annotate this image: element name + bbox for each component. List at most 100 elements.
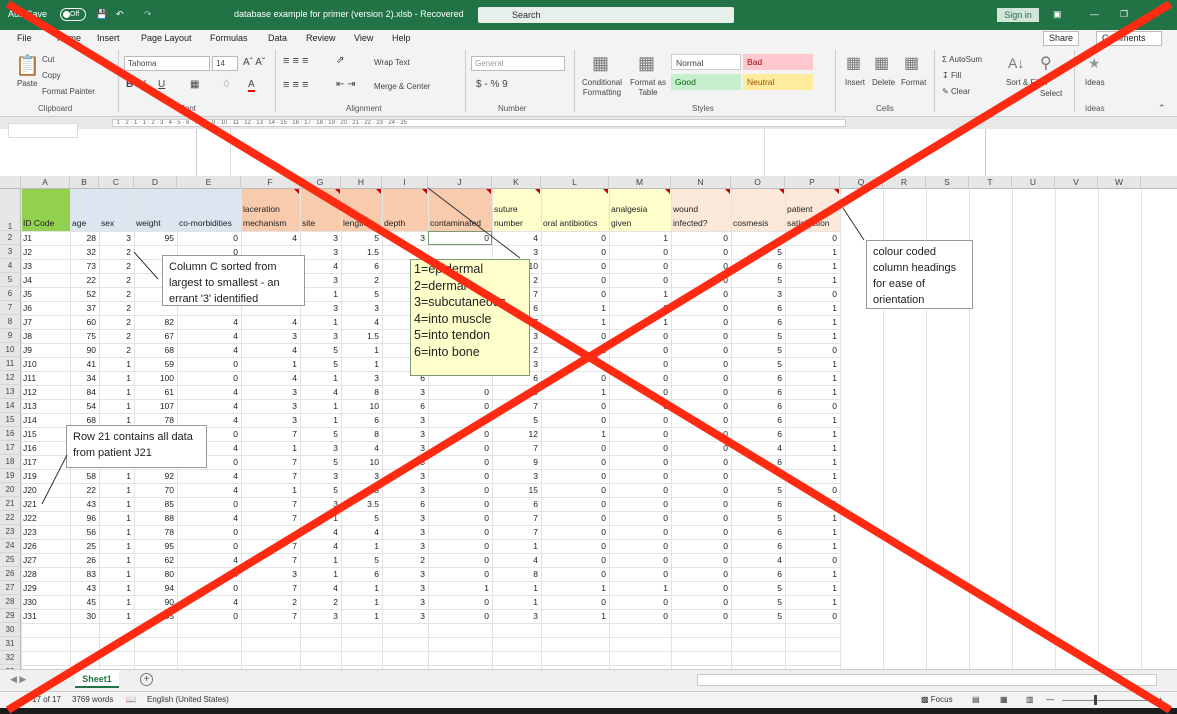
sheet-tab[interactable]: Sheet1 bbox=[75, 670, 119, 688]
table-cell[interactable]: 2 bbox=[99, 329, 134, 343]
table-cell[interactable]: 0 bbox=[671, 245, 731, 259]
comment-indicator[interactable] bbox=[486, 189, 491, 194]
table-cell[interactable]: 61 bbox=[134, 385, 177, 399]
table-cell[interactable]: 1 bbox=[785, 469, 840, 483]
column-heading-cell[interactable]: ID Code bbox=[21, 189, 70, 231]
table-cell[interactable]: 3 bbox=[382, 455, 428, 469]
table-cell[interactable]: 1 bbox=[99, 399, 134, 413]
table-cell[interactable]: 4 bbox=[300, 581, 341, 595]
table-cell[interactable]: 1 bbox=[785, 315, 840, 329]
table-cell[interactable]: 6 bbox=[731, 371, 785, 385]
table-cell[interactable]: 4 bbox=[300, 259, 341, 273]
row-number[interactable]: 15 bbox=[0, 413, 21, 427]
fill-color-icon[interactable]: ♢ bbox=[222, 79, 231, 90]
table-cell[interactable]: 0 bbox=[609, 525, 671, 539]
table-cell[interactable]: 8 bbox=[341, 427, 382, 441]
save-icon[interactable]: 💾 bbox=[96, 9, 107, 20]
table-cell[interactable]: 43 bbox=[70, 497, 99, 511]
insert-cells-icon[interactable]: ▦ bbox=[846, 53, 861, 73]
table-cell[interactable]: 4 bbox=[177, 595, 241, 609]
format-painter-button[interactable]: Format Painter bbox=[42, 87, 95, 96]
comment-indicator[interactable] bbox=[535, 189, 540, 194]
table-cell[interactable]: 0 bbox=[541, 441, 609, 455]
table-cell[interactable]: 25 bbox=[70, 539, 99, 553]
table-cell[interactable]: 3 bbox=[300, 329, 341, 343]
borders-icon[interactable]: ▦ bbox=[190, 79, 199, 90]
table-cell[interactable]: 6 bbox=[382, 497, 428, 511]
table-cell[interactable]: 80 bbox=[134, 567, 177, 581]
table-cell[interactable]: 2 bbox=[382, 553, 428, 567]
table-cell[interactable]: 1 bbox=[541, 609, 609, 623]
row-number[interactable]: 2 bbox=[0, 231, 21, 245]
table-cell[interactable]: 1 bbox=[300, 371, 341, 385]
find-select-icon[interactable]: ⚲ bbox=[1040, 53, 1052, 73]
table-cell[interactable]: 6 bbox=[731, 427, 785, 441]
table-cell[interactable]: 3 bbox=[241, 329, 300, 343]
table-cell[interactable]: 0 bbox=[671, 427, 731, 441]
print-layout-icon[interactable]: ▦ bbox=[1000, 695, 1008, 704]
copy-button[interactable]: Copy bbox=[42, 71, 61, 80]
table-cell[interactable]: 0 bbox=[428, 399, 492, 413]
table-cell[interactable]: 1 bbox=[341, 539, 382, 553]
table-cell[interactable]: 0 bbox=[609, 259, 671, 273]
table-cell[interactable] bbox=[428, 245, 492, 259]
table-cell[interactable]: 1 bbox=[99, 511, 134, 525]
column-heading-cell[interactable]: oral antibiotics bbox=[541, 189, 609, 231]
column-heading-cell[interactable]: co-morbidities bbox=[177, 189, 241, 231]
row-number[interactable]: 4 bbox=[0, 259, 21, 273]
table-cell[interactable]: 0 bbox=[609, 567, 671, 581]
column-header[interactable]: W bbox=[1098, 176, 1141, 189]
table-cell[interactable] bbox=[382, 245, 428, 259]
table-cell[interactable]: 5 bbox=[300, 427, 341, 441]
table-cell[interactable]: 1 bbox=[785, 567, 840, 581]
table-cell[interactable]: 4 bbox=[177, 329, 241, 343]
table-cell[interactable]: 78 bbox=[134, 525, 177, 539]
table-cell[interactable]: 0 bbox=[671, 469, 731, 483]
table-cell[interactable]: 34 bbox=[70, 371, 99, 385]
table-cell[interactable]: 4 bbox=[177, 385, 241, 399]
table-cell[interactable]: 0 bbox=[609, 483, 671, 497]
table-cell[interactable]: 0 bbox=[541, 273, 609, 287]
table-cell[interactable]: 3 bbox=[382, 483, 428, 497]
italic-icon[interactable]: I bbox=[143, 79, 146, 90]
column-heading-cell[interactable]: weight bbox=[134, 189, 177, 231]
table-cell[interactable]: 0 bbox=[428, 609, 492, 623]
table-cell[interactable]: 1 bbox=[99, 581, 134, 595]
table-cell[interactable]: 3 bbox=[382, 441, 428, 455]
table-cell[interactable]: J1 bbox=[23, 231, 70, 245]
add-sheet-icon[interactable]: + bbox=[140, 673, 153, 686]
table-cell[interactable]: 5 bbox=[300, 483, 341, 497]
table-cell[interactable]: 58 bbox=[70, 469, 99, 483]
table-cell[interactable]: 6 bbox=[731, 301, 785, 315]
table-cell[interactable]: 1 bbox=[341, 357, 382, 371]
table-cell[interactable]: 9 bbox=[492, 455, 541, 469]
table-cell[interactable]: 0 bbox=[609, 329, 671, 343]
table-cell[interactable]: 1 bbox=[99, 497, 134, 511]
row-number[interactable]: 6 bbox=[0, 287, 21, 301]
table-cell[interactable]: 7 bbox=[241, 581, 300, 595]
table-cell[interactable]: 0 bbox=[609, 385, 671, 399]
table-cell[interactable]: 28 bbox=[70, 231, 99, 245]
table-cell[interactable]: 0 bbox=[671, 441, 731, 455]
table-cell[interactable]: 54 bbox=[70, 399, 99, 413]
table-cell[interactable]: 3 bbox=[300, 231, 341, 245]
table-cell[interactable]: 5 bbox=[341, 511, 382, 525]
row-number[interactable]: 30 bbox=[0, 623, 21, 637]
column-header[interactable]: B bbox=[70, 176, 99, 189]
style-neutral[interactable]: Neutral bbox=[743, 74, 813, 90]
table-cell[interactable]: 0 bbox=[177, 357, 241, 371]
bold-icon[interactable]: B bbox=[126, 79, 133, 90]
table-cell[interactable]: 1 bbox=[785, 329, 840, 343]
table-cell[interactable]: 7 bbox=[241, 455, 300, 469]
table-cell[interactable]: 2 bbox=[99, 315, 134, 329]
table-cell[interactable]: 1 bbox=[300, 399, 341, 413]
table-cell[interactable]: 4 bbox=[241, 315, 300, 329]
table-cell[interactable]: 0 bbox=[541, 287, 609, 301]
orientation-icon[interactable]: ⇗ bbox=[336, 55, 344, 66]
table-cell[interactable]: 2 bbox=[99, 245, 134, 259]
table-cell[interactable]: 4 bbox=[177, 469, 241, 483]
row-number[interactable]: 28 bbox=[0, 595, 21, 609]
search-box[interactable]: Search bbox=[478, 7, 734, 23]
table-cell[interactable] bbox=[241, 525, 300, 539]
table-cell[interactable]: 0 bbox=[671, 609, 731, 623]
